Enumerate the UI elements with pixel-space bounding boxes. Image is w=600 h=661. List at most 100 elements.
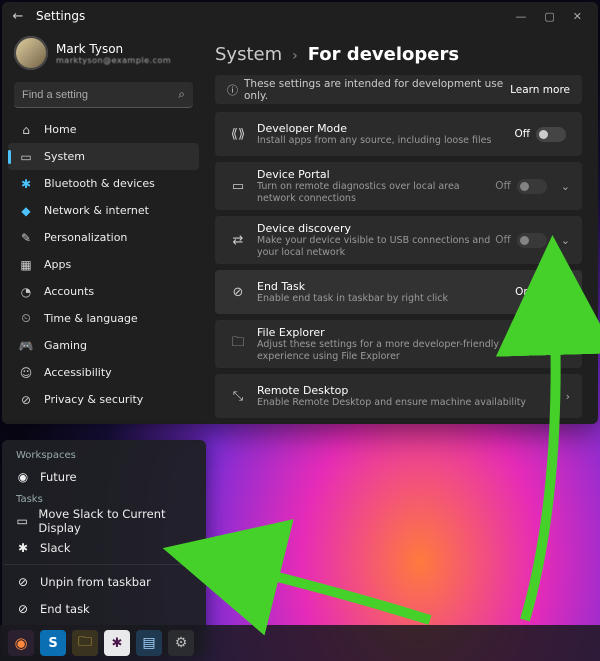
unpin-icon: ⊘ xyxy=(16,575,30,589)
nav-label: Time & language xyxy=(44,312,138,325)
separator xyxy=(4,564,204,565)
nav-privacy[interactable]: ⊘ Privacy & security xyxy=(8,386,199,413)
card-end-task[interactable]: ⊘ End TaskEnable end task in taskbar by … xyxy=(215,270,582,314)
nav-label: Personalization xyxy=(44,231,127,244)
toggle-developer-mode[interactable] xyxy=(536,127,566,142)
back-button[interactable]: ← xyxy=(8,9,28,24)
shield-icon: ⊘ xyxy=(18,393,34,407)
card-remote-desktop[interactable]: ⤡ Remote DesktopEnable Remote Desktop an… xyxy=(215,374,582,418)
card-desc: Adjust these settings for a more develop… xyxy=(257,339,551,363)
folder-icon: 🗀 xyxy=(227,333,249,355)
maximize-button[interactable]: ▢ xyxy=(544,10,554,23)
titlebar: ← Settings — ▢ ✕ xyxy=(2,2,598,30)
card-desc: Install apps from any source, including … xyxy=(257,135,515,147)
nav-label: Gaming xyxy=(44,339,87,352)
nav-label: Bluetooth & devices xyxy=(44,177,155,190)
card-desc: Enable Remote Desktop and ensure machine… xyxy=(257,397,556,409)
learn-more-link[interactable]: Learn more xyxy=(510,84,570,96)
card-desc: Turn on remote diagnostics over local ar… xyxy=(257,181,495,205)
toggle-device-portal xyxy=(517,179,547,194)
wifi-icon: ◆ xyxy=(18,204,34,218)
chevron-down-icon[interactable]: ⌄ xyxy=(561,338,570,351)
close-button[interactable]: ✕ xyxy=(573,10,582,23)
toggle-end-task[interactable] xyxy=(536,285,566,300)
slack-icon: ✱ xyxy=(112,636,123,651)
card-device-portal[interactable]: ▭ Device PortalTurn on remote diagnostic… xyxy=(215,162,582,210)
minimize-button[interactable]: — xyxy=(515,10,526,23)
card-title: File Explorer xyxy=(257,326,551,339)
banner-text: These settings are intended for developm… xyxy=(244,78,510,102)
chevron-right-icon[interactable]: › xyxy=(566,390,570,403)
breadcrumb: System › For developers xyxy=(215,30,582,75)
taskbar-explorer[interactable]: 🗀 xyxy=(72,630,98,656)
home-icon: ⌂ xyxy=(18,123,34,137)
ctx-label: End task xyxy=(40,602,90,616)
nav-label: Privacy & security xyxy=(44,393,143,406)
state-label: Off xyxy=(495,180,511,192)
remote-icon: ⤡ xyxy=(227,389,249,404)
avatar xyxy=(14,36,48,70)
nav-home[interactable]: ⌂Home xyxy=(8,116,199,143)
info-icon: ⓘ xyxy=(227,82,238,98)
card-desc: Make your device visible to USB connecti… xyxy=(257,235,495,259)
card-file-explorer[interactable]: 🗀 File ExplorerAdjust these settings for… xyxy=(215,320,582,368)
endtask-icon: ⊘ xyxy=(16,602,30,616)
search-icon: ⌕ xyxy=(178,87,185,102)
slack-icon: ✱ xyxy=(16,541,30,555)
brush-icon: ✎ xyxy=(18,231,34,245)
system-icon: ▭ xyxy=(18,150,34,164)
gear-icon: ⚙ xyxy=(175,635,188,651)
nav-label: Network & internet xyxy=(44,204,149,217)
nav-gaming[interactable]: 🎮Gaming xyxy=(8,332,199,359)
ctx-header-tasks: Tasks xyxy=(2,490,206,507)
apps-icon: ▦ xyxy=(18,258,34,272)
profile[interactable]: Mark Tyson marktyson@example.com xyxy=(2,30,205,78)
search-box[interactable]: ⌕ xyxy=(14,82,193,108)
taskbar-skype[interactable]: S xyxy=(40,630,66,656)
workspace-icon: ◉ xyxy=(16,470,30,484)
card-title: Remote Desktop xyxy=(257,384,556,397)
ctx-end-task[interactable]: ⊘ End task xyxy=(2,595,206,622)
chevron-down-icon[interactable]: ⌄ xyxy=(561,180,570,193)
ctx-move-display[interactable]: ▭Move Slack to Current Display xyxy=(2,507,206,534)
taskbar-notepad[interactable]: ▤ xyxy=(136,630,162,656)
profile-name: Mark Tyson xyxy=(56,42,171,56)
search-input[interactable] xyxy=(22,89,178,101)
bluetooth-icon: ✱ xyxy=(18,177,34,191)
taskbar-slack[interactable]: ✱ xyxy=(104,630,130,656)
nav-bluetooth[interactable]: ✱ Bluetooth & devices xyxy=(8,170,199,197)
nav-personalization[interactable]: ✎ Personalization xyxy=(8,224,199,251)
nav-accounts[interactable]: ◔Accounts xyxy=(8,278,199,305)
taskbar-firefox[interactable]: ◉ xyxy=(8,630,34,656)
clock-icon: ⏲ xyxy=(18,311,34,326)
nav-list: ⌂Home ▭System ✱ Bluetooth & devices ◆ Netw… xyxy=(2,116,205,413)
taskbar: ◉ S 🗀 ✱ ▤ ⚙ xyxy=(0,625,600,661)
ctx-slack[interactable]: ✱ Slack xyxy=(2,534,206,561)
warning-banner: ⓘ These settings are intended for develo… xyxy=(215,75,582,104)
nav-label: Accessibility xyxy=(44,366,112,379)
nav-system[interactable]: ▭System xyxy=(8,143,199,170)
breadcrumb-section[interactable]: System xyxy=(215,44,282,65)
nav-network[interactable]: ◆ Network & internet xyxy=(8,197,199,224)
firefox-icon: ◉ xyxy=(14,634,27,652)
nav-time[interactable]: ⏲ Time & language xyxy=(8,305,199,332)
toggle-device-discovery xyxy=(517,233,547,248)
display-icon: ▭ xyxy=(16,514,28,528)
accessibility-icon: ☺ xyxy=(18,366,34,380)
ctx-unpin[interactable]: ⊘Unpin from taskbar xyxy=(2,568,206,595)
ctx-label: Future xyxy=(40,470,77,484)
endtask-icon: ⊘ xyxy=(227,285,249,300)
state-label: Off xyxy=(515,128,531,140)
accounts-icon: ◔ xyxy=(18,285,34,299)
card-title: Device Portal xyxy=(257,168,495,181)
ctx-label: Slack xyxy=(40,541,71,555)
taskbar-settings[interactable]: ⚙ xyxy=(168,630,194,656)
nav-accessibility[interactable]: ☺ Accessibility xyxy=(8,359,199,386)
ctx-workspace-future[interactable]: ◉ Future xyxy=(2,463,206,490)
card-desc: Enable end task in taskbar by right clic… xyxy=(257,293,515,305)
card-device-discovery[interactable]: ⇄ Device discoveryMake your device visib… xyxy=(215,216,582,264)
chevron-down-icon[interactable]: ⌄ xyxy=(561,234,570,247)
card-developer-mode[interactable]: ⟪⟫ Developer ModeInstall apps from any s… xyxy=(215,112,582,156)
page-title: For developers xyxy=(308,44,459,65)
nav-apps[interactable]: ▦Apps xyxy=(8,251,199,278)
